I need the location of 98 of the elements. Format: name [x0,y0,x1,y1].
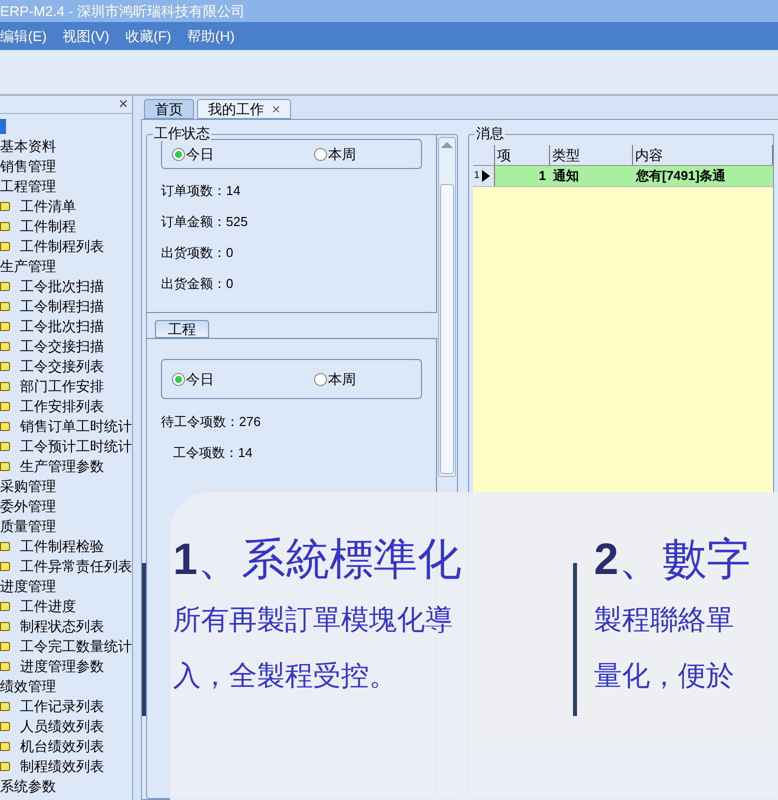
folder-icon [0,442,10,450]
tree-item[interactable]: 工令批次扫描 [20,316,104,336]
stat-text: 出货金额：0 [161,275,234,293]
feature-text: 製程聯絡單 量化，便於 [594,603,734,693]
tree-item[interactable]: 基本资料 [0,136,56,156]
folder-icon [0,722,10,730]
folder-icon [0,462,10,470]
tree-item[interactable]: 工令制程扫描 [20,296,104,316]
radio-label: 今日 [186,144,214,164]
tree-item[interactable]: 制程绩效列表 [20,756,104,776]
close-button[interactable]: × [118,96,128,113]
folder-icon [0,382,10,390]
scrollbar-thumb[interactable] [440,184,454,474]
tree-item[interactable]: 系统参数 [0,776,56,796]
tree-item[interactable]: 工件制程列表 [20,236,104,256]
folder-icon [0,362,10,370]
menu-item[interactable]: 编辑(E) [0,26,47,46]
radio-label: 本周 [328,144,356,164]
table-row[interactable]: 1 1 通知 您有[7491]条通 [473,166,773,187]
tree-item[interactable]: 工令批次扫描 [20,276,104,296]
tree-item[interactable]: 进度管理参数 [20,656,104,676]
tab[interactable]: 我的工作 × [197,99,292,119]
folder-icon [0,622,10,630]
radio-label: 今日 [186,370,214,388]
folder-icon [0,202,10,210]
folder-icon [0,602,10,610]
radio-button[interactable] [172,148,185,160]
tree-item[interactable]: 工令交接列表 [20,356,104,376]
menu-item[interactable]: 帮助(H) [187,26,235,46]
tree-item[interactable]: 工件异常责任列表 [20,556,132,576]
tree-item[interactable]: 质量管理 [0,516,56,536]
folder-icon [0,422,10,430]
stat-text: 订单项数：14 [161,182,240,200]
radio-button[interactable] [314,372,327,386]
folder-icon [0,662,10,670]
window-title: ERP-M2.4 - 深圳市鸿昕瑞科技有限公司 [0,2,246,20]
tree-item[interactable]: 生产管理 [0,256,56,276]
tree-item[interactable]: 工件制程检验 [20,536,104,556]
folder-icon [0,702,10,710]
menu-item[interactable]: 收藏(F) [125,26,172,46]
column-header[interactable]: 项 [495,145,550,165]
radio-label: 本周 [328,370,356,388]
tree-item[interactable]: 采购管理 [0,476,56,496]
folder-icon [0,402,10,410]
tree-item[interactable]: 工作安排列表 [20,396,104,416]
stat-text: 出货项数：0 [161,244,234,262]
stat-text: 工令项数：14 [173,444,252,462]
tree-item[interactable]: 工件清单 [20,196,76,216]
folder-icon [0,222,10,230]
radio-button[interactable] [172,372,185,386]
up-arrow-icon[interactable] [441,142,453,148]
tree-item[interactable]: 工令交接扫描 [20,336,104,356]
tree-item[interactable]: 委外管理 [0,496,56,516]
group-label: 消息 [475,125,505,141]
table-cell-text: 1 [538,167,547,185]
feature-title: 2、數字 [594,534,750,586]
tree-item[interactable]: 机台绩效列表 [20,736,104,756]
tree-item[interactable]: 工程管理 [0,176,56,196]
tree-item[interactable]: 人员绩效列表 [20,716,104,736]
current-row-icon [482,170,490,182]
tree-item[interactable]: 工令完工数量统计 [20,636,132,656]
stat-text: 待工令项数：276 [161,413,261,431]
tab[interactable]: 首页 [144,99,194,119]
tree-item[interactable]: 绩效管理 [0,676,56,696]
folder-icon [0,322,10,330]
folder-icon [0,242,10,250]
feature-text: 所有再製訂單模塊化導 入，全製程受控。 [173,603,453,693]
tree-item[interactable]: 工令预计工时统计 [20,436,132,456]
tree-item[interactable]: 制程状态列表 [20,616,104,636]
table-cell-text: 通知 [552,167,580,185]
tree-item[interactable]: 工件进度 [20,596,76,616]
folder-icon [0,642,10,650]
column-header[interactable]: 内容 [633,145,773,165]
group-label: 工作状态 [153,125,211,141]
tree-item[interactable]: 销售管理 [0,156,56,176]
table-cell-text: 您有[7491]条通 [634,167,727,185]
column-header[interactable]: 类型 [550,145,633,165]
tree-item[interactable]: 进度管理 [0,576,56,596]
scrollbar[interactable] [438,137,456,477]
tree-item[interactable]: 工作记录列表 [20,696,104,716]
folder-icon [0,302,10,310]
feature-title: 1、系統標準化 [173,534,462,586]
stat-text: 订单金额：525 [161,213,248,231]
folder-icon [0,762,10,770]
folder-icon [0,562,10,570]
tree-item[interactable]: 生产管理参数 [20,456,104,476]
close-icon[interactable]: × [272,98,280,120]
radio-button[interactable] [314,148,327,160]
tree-item[interactable]: 部门工作安排 [20,376,104,396]
folder-icon [0,542,10,550]
folder-icon [0,342,10,350]
tree-item[interactable]: 销售订单工时统计 [20,416,132,436]
folder-icon [0,282,10,290]
row-number: 1 [473,169,480,183]
tree-item[interactable]: 工件制程 [20,216,76,236]
folder-icon [0,742,10,750]
menu-item[interactable]: 视图(V) [62,26,110,46]
section-tab[interactable]: 工程 [155,320,209,338]
